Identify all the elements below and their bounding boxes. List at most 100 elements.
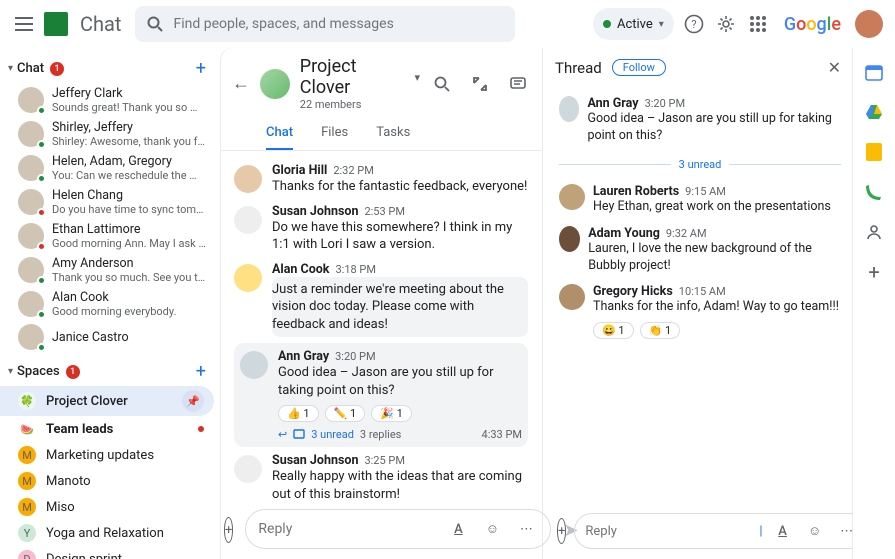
reaction[interactable]: ✏️ 1: [325, 405, 366, 422]
space-icon: Y: [18, 524, 36, 542]
more-icon[interactable]: ⋯: [835, 519, 853, 543]
contacts-icon[interactable]: [864, 222, 884, 242]
message[interactable]: Ann Gray3:20 PM Good idea – Jason are yo…: [234, 343, 528, 447]
thread-compose-box[interactable]: | A ☺ ⋯: [574, 513, 853, 549]
chat-badge: 1: [50, 62, 64, 76]
pin-icon[interactable]: 📌: [182, 390, 204, 412]
message-body: Good idea – Jason are you still up for t…: [587, 111, 841, 145]
space-icon: 🍀: [18, 392, 36, 410]
dm-row[interactable]: Helen, Adam, Gregory You: Can we resched…: [0, 151, 214, 185]
avatar: [18, 155, 44, 181]
space-row[interactable]: M Manoto: [0, 468, 214, 494]
phone-icon[interactable]: [864, 182, 884, 202]
search-icon: [147, 16, 163, 32]
format-icon[interactable]: A: [771, 519, 795, 543]
gear-icon[interactable]: [714, 12, 738, 36]
search-input[interactable]: [173, 16, 503, 32]
message-author: Alan Cook: [272, 262, 329, 277]
chevron-down-icon[interactable]: ▾: [414, 71, 420, 84]
space-row[interactable]: M Miso: [0, 494, 214, 520]
message[interactable]: Susan Johnson3:25 PM Really happy with t…: [234, 449, 528, 501]
close-icon[interactable]: ✕: [828, 58, 841, 77]
emoji-icon[interactable]: ☺: [803, 519, 827, 543]
calendar-icon[interactable]: [864, 62, 884, 82]
presence-dot: [603, 20, 611, 28]
status-chip[interactable]: Active ▾: [593, 8, 674, 40]
search-icon[interactable]: [430, 72, 454, 96]
new-space-button[interactable]: +: [196, 361, 206, 382]
reaction[interactable]: 👍 1: [278, 405, 319, 422]
profile-avatar[interactable]: [855, 10, 883, 38]
status-label: Active: [617, 17, 653, 32]
space-icon: D: [18, 550, 36, 559]
dm-row[interactable]: Ethan Lattimore Good morning Ann. May I …: [0, 219, 214, 253]
space-row[interactable]: M Marketing updates: [0, 442, 214, 468]
add-button[interactable]: +: [557, 518, 566, 544]
new-chat-button[interactable]: +: [196, 58, 206, 79]
dm-row[interactable]: Helen Chang Do you have time to sync tom…: [0, 185, 214, 219]
emoji-icon[interactable]: ☺: [480, 517, 504, 541]
space-name: Project Clover: [46, 394, 128, 409]
avatar: [18, 121, 44, 147]
dm-row[interactable]: Amy Anderson Thank you so much. See you …: [0, 253, 214, 287]
reaction[interactable]: 😀 1: [593, 322, 634, 339]
format-icon[interactable]: A: [446, 517, 470, 541]
add-button[interactable]: +: [224, 517, 233, 543]
drive-icon[interactable]: [864, 102, 884, 122]
space-icon: 🍉: [18, 420, 36, 438]
message[interactable]: Alan Cook3:18 PM Just a reminder we're m…: [234, 258, 528, 342]
tab-tasks[interactable]: Tasks: [376, 119, 410, 150]
message[interactable]: Susan Johnson2:53 PM Do we have this som…: [234, 200, 528, 258]
tab-chat[interactable]: Chat: [266, 119, 293, 150]
collapse-icon[interactable]: [468, 72, 492, 96]
message-time: 3:25 PM: [364, 454, 404, 467]
dm-row[interactable]: Jeffery Clark Sounds great! Thank you so…: [0, 83, 214, 117]
message-body: Lauren, I love the new background of the…: [588, 241, 841, 275]
chevron-down-icon: ▾: [8, 63, 13, 74]
follow-button[interactable]: Follow: [612, 59, 666, 76]
dm-row[interactable]: Shirley, Jeffery Shirley: Awesome, thank…: [0, 117, 214, 151]
space-row[interactable]: 🍉 Team leads: [0, 416, 214, 442]
dm-name: Amy Anderson: [52, 256, 206, 271]
space-row[interactable]: 🍀 Project Clover 📌: [0, 386, 214, 416]
dm-row[interactable]: Alan Cook Good morning everybody.: [0, 287, 214, 321]
space-row[interactable]: Y Yoga and Relaxation: [0, 520, 214, 546]
thread-message[interactable]: Lauren Roberts9:15 AM Hey Ethan, great w…: [559, 179, 841, 221]
app-name: Chat: [80, 12, 121, 36]
message-time: 2:32 PM: [333, 164, 373, 177]
thread-message[interactable]: Adam Young9:32 AM Lauren, I love the new…: [559, 221, 841, 280]
space-row[interactable]: D Design sprint: [0, 546, 214, 559]
dm-name: Alan Cook: [52, 290, 176, 305]
more-icon[interactable]: ⋯: [514, 517, 538, 541]
message[interactable]: Gloria Hill2:32 PM Thanks for the fantas…: [234, 159, 528, 200]
dm-row[interactable]: Janice Castro: [0, 321, 214, 353]
compose-box[interactable]: A ☺ ⋯: [245, 509, 551, 549]
help-icon[interactable]: ?: [682, 12, 706, 36]
dm-preview: Do you have time to sync tomorrow mor…: [52, 203, 206, 216]
tab-files[interactable]: Files: [321, 119, 348, 150]
avatar: [18, 324, 44, 350]
chevron-down-icon: ▾: [659, 19, 664, 30]
reaction[interactable]: 👏 1: [640, 322, 681, 339]
thread-compose-input[interactable]: [585, 524, 751, 539]
spaces-section-header[interactable]: ▾ Spaces 1 +: [0, 357, 214, 386]
thread-message[interactable]: Ann Gray3:20 PM Good idea – Jason are yo…: [559, 91, 841, 150]
message-author: Gloria Hill: [272, 163, 327, 178]
avatar: [559, 184, 585, 210]
avatar: [234, 264, 262, 292]
svg-text:?: ?: [691, 18, 696, 31]
thread-icon[interactable]: [506, 72, 530, 96]
search-box[interactable]: [135, 6, 515, 42]
keep-icon[interactable]: [864, 142, 884, 162]
thread-summary[interactable]: ↩ 3 unread 3 replies 4:33 PM: [278, 428, 522, 441]
reaction[interactable]: 🎉 1: [371, 405, 412, 422]
apps-icon[interactable]: [746, 12, 770, 36]
add-icon[interactable]: +: [864, 262, 884, 282]
chat-section-header[interactable]: ▾ Chat 1 +: [0, 54, 214, 83]
space-name: Design sprint: [46, 552, 122, 559]
menu-icon[interactable]: [12, 12, 36, 36]
thread-message[interactable]: Gregory Hicks10:15 AM Thanks for the inf…: [559, 279, 841, 344]
message-body: Do we have this somewhere? I think in my…: [272, 219, 528, 254]
compose-input[interactable]: [258, 521, 436, 537]
back-button[interactable]: ←: [232, 73, 250, 94]
